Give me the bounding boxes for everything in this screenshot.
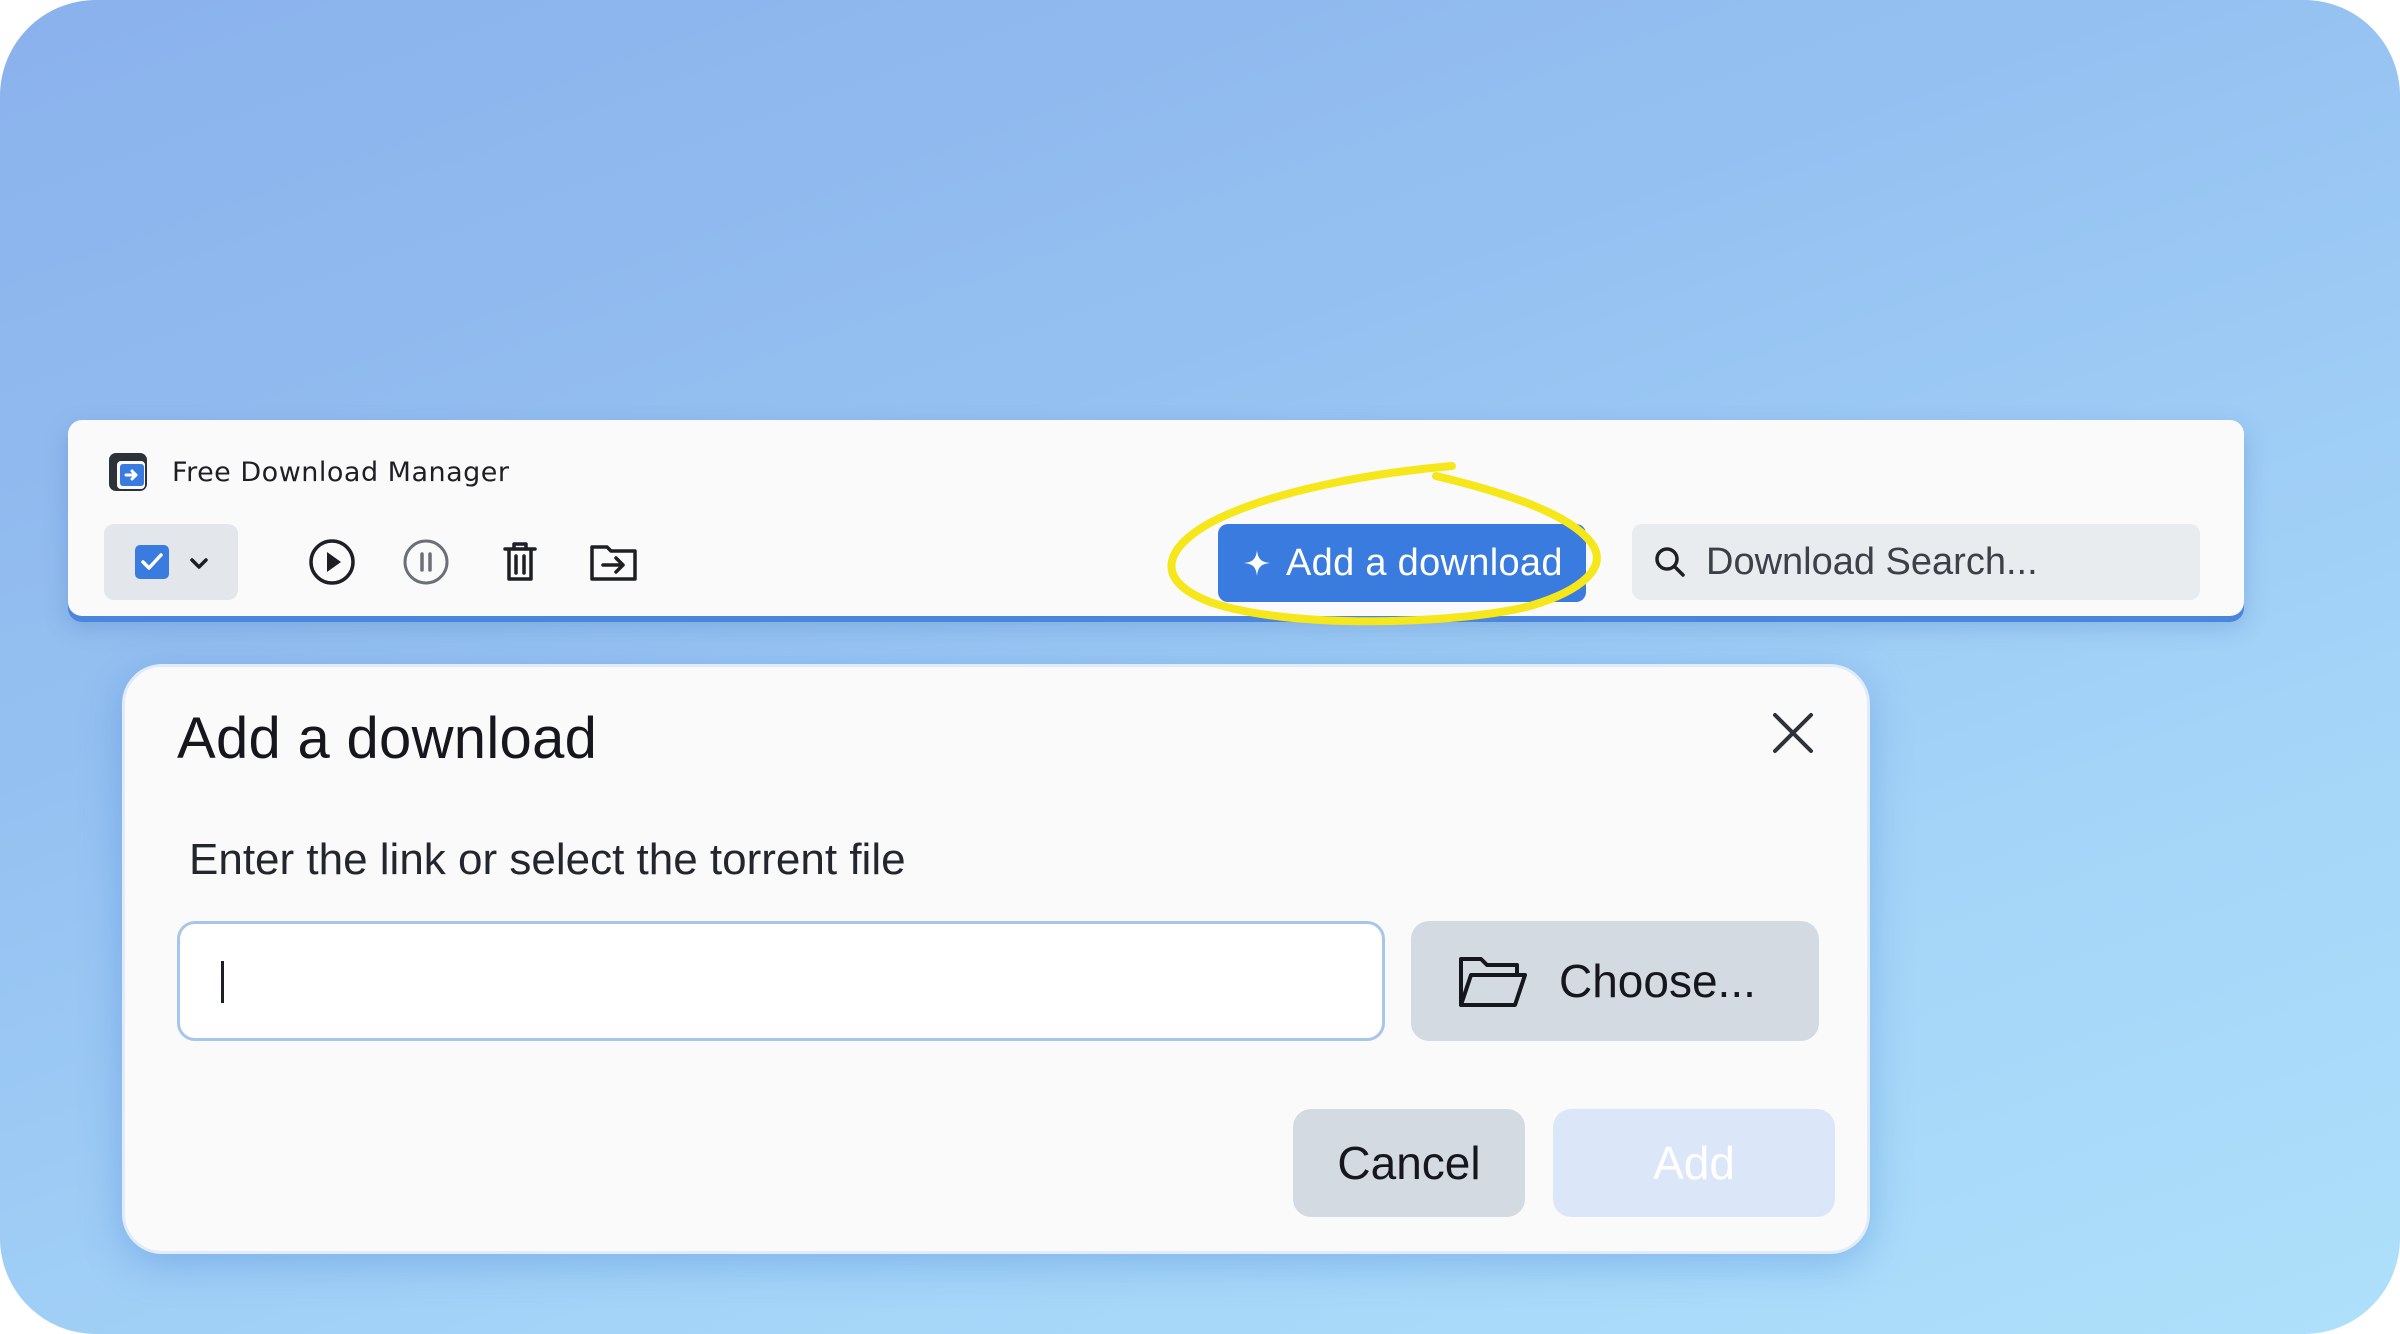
app-title: Free Download Manager [172, 456, 510, 488]
trash-icon [503, 542, 537, 581]
play-icon [309, 539, 355, 585]
sparkle-icon [1244, 550, 1270, 576]
choose-file-button[interactable]: Choose... [1411, 921, 1819, 1041]
background: Free Download Manager Add a download Dow… [0, 0, 2400, 1334]
link-input[interactable] [177, 921, 1385, 1041]
delete-button[interactable] [490, 532, 550, 592]
add-button[interactable]: Add [1553, 1109, 1835, 1217]
add-download-dialog: Add a download Enter the link or select … [122, 664, 1870, 1254]
app-window: Free Download Manager Add a download Dow… [68, 420, 2244, 616]
add-download-button[interactable]: Add a download [1218, 524, 1586, 602]
move-to-folder-button[interactable] [584, 532, 644, 592]
folder-open-icon [1459, 957, 1527, 1007]
titlebar: Free Download Manager [106, 450, 510, 494]
choose-label: Choose... [1559, 955, 1756, 1007]
fdm-logo-icon [109, 453, 147, 491]
checkbox-checked-icon[interactable] [134, 544, 170, 580]
link-field-label: Enter the link or select the torrent fil… [189, 835, 906, 884]
text-cursor [221, 961, 224, 1003]
cancel-button[interactable]: Cancel [1293, 1109, 1525, 1217]
move-to-folder-icon [590, 545, 637, 581]
add-download-label: Add a download [1286, 542, 1563, 584]
search-box[interactable] [1632, 524, 2200, 600]
close-icon[interactable] [1765, 705, 1821, 761]
search-icon [1655, 547, 1685, 577]
select-all-dropdown[interactable] [104, 524, 238, 600]
pause-button[interactable] [396, 532, 456, 592]
search-input[interactable] [1706, 524, 2176, 600]
chevron-down-icon[interactable] [188, 552, 210, 574]
dialog-title: Add a download [177, 706, 598, 771]
pause-icon [403, 539, 449, 585]
start-button[interactable] [302, 532, 362, 592]
